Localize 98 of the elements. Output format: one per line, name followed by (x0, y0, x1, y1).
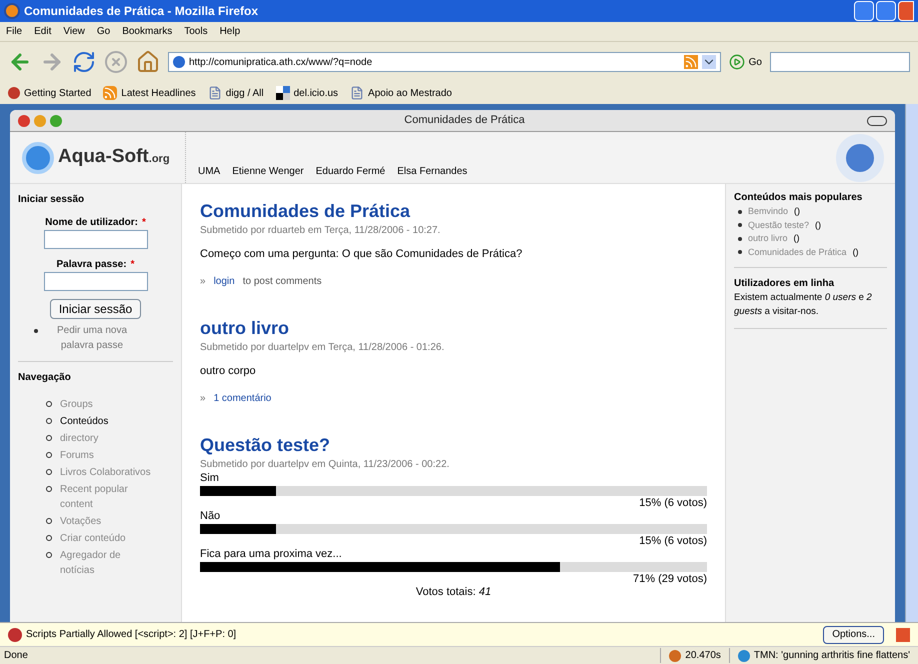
count-text: () (815, 218, 822, 232)
menu-item[interactable]: Bookmarks (122, 24, 172, 39)
tmn-text: TMN: 'gunning arthritis fine flattens' (754, 649, 910, 663)
top-link[interactable]: Eduardo Fermé (316, 164, 386, 179)
arrow-glyph: » (200, 275, 206, 289)
status-text: Done (3, 649, 29, 663)
poll-result: 71% (29 votos) (633, 572, 707, 586)
password-link[interactable]: Pedir uma nova palavra passe (42, 323, 142, 353)
bullet-icon (34, 329, 38, 333)
reload-icon[interactable] (72, 50, 96, 74)
menu-item[interactable]: Go (96, 24, 110, 39)
top-link[interactable]: Elsa Fernandes (397, 164, 468, 179)
bullet-icon (738, 210, 742, 214)
count-text: () (852, 246, 859, 259)
field-label: Nome de utilizador: (45, 216, 138, 230)
stop-icon[interactable] (104, 50, 128, 74)
address-text: http://comunipratica.ath.cx/www/?q=node (189, 56, 372, 70)
minimize-button[interactable] (854, 1, 874, 21)
poll-result: 15% (6 votos) (639, 496, 707, 510)
input-field[interactable] (44, 272, 148, 291)
arrow-glyph: » (200, 392, 206, 406)
bullet-icon (46, 418, 52, 424)
menu-item[interactable]: Edit (34, 24, 52, 39)
bookmark-item[interactable]: del.icio.us (294, 86, 338, 100)
link-suffix: to post comments (242, 275, 322, 289)
bullet-icon (738, 250, 742, 254)
pill-icon (867, 116, 887, 126)
squares-icon (276, 86, 290, 100)
bullet-icon (738, 223, 742, 228)
poll-total: Votos totais: 41 (416, 586, 492, 598)
block-heading: Conteúdos mais populares (734, 191, 864, 205)
post-link[interactable]: 1 comentário (214, 391, 272, 406)
bullet-icon (46, 486, 52, 492)
bullet-icon (46, 435, 52, 441)
feed-icon (103, 86, 118, 100)
bullet-icon (46, 401, 52, 407)
post-title[interactable]: outro livro (200, 317, 707, 340)
address-field[interactable]: http://comunipratica.ath.cx/www/?q=node (168, 52, 721, 72)
online-text: Existem actualmente 0 users e 2 guests a visitar-nos. (734, 291, 873, 320)
poll-choice: Não (200, 510, 222, 522)
post-meta: Submetido por rduarteb em Terça, 11/28/2006 - 10:27. (200, 224, 442, 238)
field-label: Palavra passe: (56, 258, 127, 272)
site-logo: Aqua-Soft.org (58, 145, 170, 170)
input-field[interactable] (44, 230, 148, 249)
required-mark: * (142, 216, 146, 230)
post-link[interactable]: login (214, 274, 235, 289)
menu-item[interactable]: Help (220, 24, 240, 39)
traffic-light-icon (18, 114, 30, 126)
dropdown-icon[interactable] (702, 55, 716, 69)
bullet-icon (46, 452, 52, 458)
post-body: outro corpo (200, 364, 257, 378)
bullet-icon (46, 535, 52, 541)
menu-item[interactable]: View (63, 24, 85, 39)
block-heading: Utilizadores em linha (734, 277, 836, 291)
close-button[interactable] (896, 628, 910, 642)
poll-result: 15% (6 votos) (639, 534, 707, 548)
bullet-icon (46, 518, 52, 524)
poll-choice: Sim (200, 472, 220, 484)
home-icon[interactable] (136, 50, 160, 74)
block-heading: Navegação (18, 371, 72, 385)
page-icon (350, 86, 364, 100)
top-link[interactable]: UMA (198, 164, 220, 179)
post-title[interactable]: Comunidades de Prática (200, 200, 707, 222)
window-title: Comunidades de Prática - Mozilla Firefox (24, 3, 258, 20)
post-meta: Submetido por duartelpv em Terça, 11/28/2006 - 01:26. (200, 340, 446, 354)
traffic-light-icon (34, 114, 46, 126)
search-field[interactable] (770, 52, 910, 72)
maximize-button[interactable] (876, 1, 896, 21)
nav-link[interactable]: Conteúdos (60, 414, 155, 429)
notification-text: Scripts Partially Allowed [<script>: 2] [J+F+P: 0] (26, 628, 236, 642)
menu-item[interactable]: Tools (184, 24, 208, 39)
bookmark-item[interactable]: Getting Started (24, 86, 92, 100)
menu-item[interactable]: File (6, 24, 22, 39)
required-mark: * (130, 258, 134, 272)
close-button[interactable] (898, 1, 914, 21)
top-link[interactable]: Etienne Wenger (232, 164, 304, 179)
bullet-icon (46, 552, 52, 558)
target-icon (836, 134, 884, 182)
count-text: () (794, 205, 800, 218)
count-text: () (794, 232, 800, 245)
poll-choice: Fica para uma proxima vez... (200, 548, 343, 560)
bookmark-item[interactable]: Apoio ao Mestrado (368, 86, 452, 100)
scrollbar[interactable] (905, 104, 918, 622)
post-body: Começo com uma pergunta: O que são Comunidades de Prática? (200, 246, 524, 262)
traffic-light-icon (50, 114, 62, 126)
timer-text: 20.470s (685, 649, 721, 663)
bullet-icon (46, 469, 52, 475)
bullet-icon (738, 236, 742, 241)
page-window-title: Comunidades de Prática (403, 113, 526, 128)
post-meta: Submetido por duartelpv em Quinta, 11/23/2006 - 00:22. (200, 458, 450, 472)
bookmark-item[interactable]: Latest Headlines (121, 86, 196, 100)
options-button[interactable]: Options... (823, 626, 884, 644)
go-button[interactable]: Go (728, 54, 762, 70)
page-icon (208, 86, 222, 100)
block-heading: Iniciar sessão (18, 193, 86, 207)
login-button[interactable]: Iniciar sessão (50, 299, 142, 319)
post-title[interactable]: Questão teste? (200, 434, 707, 456)
bookmark-item[interactable]: digg / All (226, 86, 264, 100)
